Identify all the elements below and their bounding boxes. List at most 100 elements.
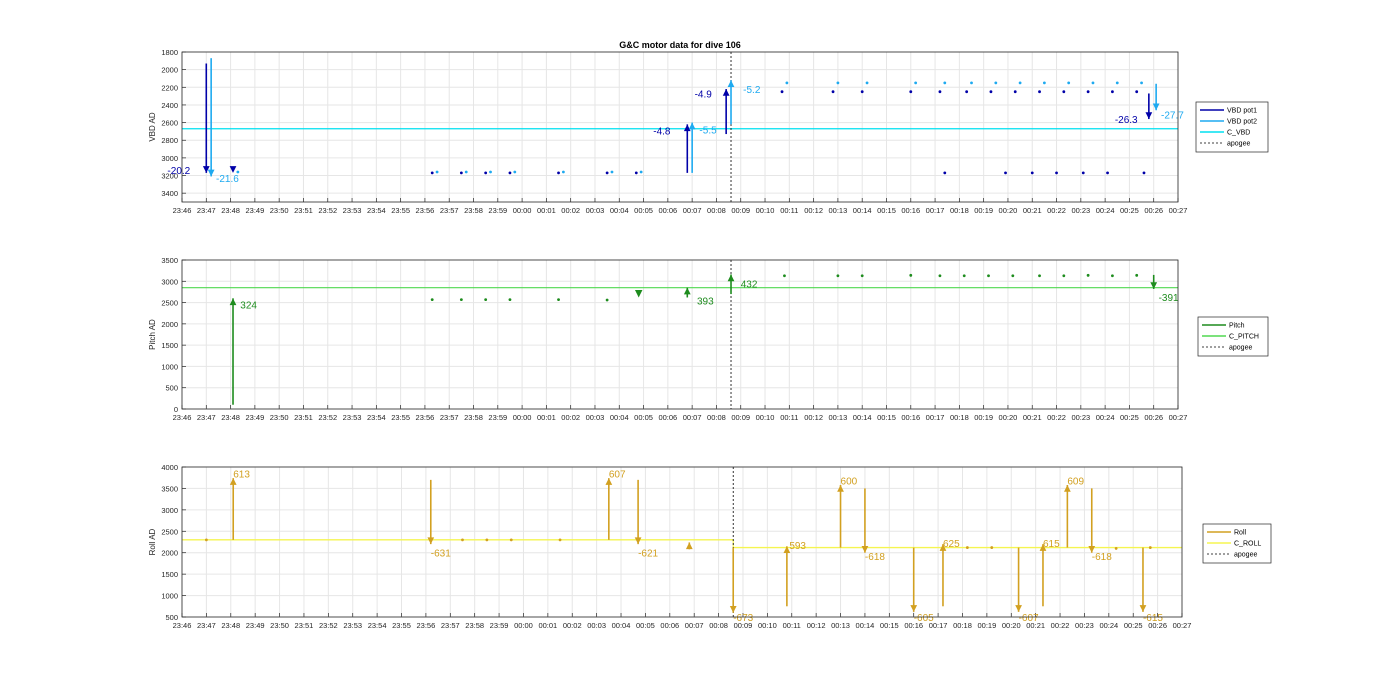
x-tick-label: 00:09 [731,206,750,215]
x-tick-label: 00:24 [1099,621,1118,630]
y-axis-label: Roll AD [148,528,157,555]
x-tick-label: 00:06 [660,621,679,630]
data-label: -618 [865,552,885,563]
x-tick-label: 23:52 [319,621,338,630]
x-tick-label: 00:06 [658,413,677,422]
y-tick-label: 2000 [161,320,178,329]
x-tick-label: 00:02 [563,621,582,630]
data-label: 393 [697,296,714,307]
legend-entry: VBD pot1 [1227,108,1257,115]
x-tick-label: 00:22 [1051,621,1070,630]
data-point [459,171,463,175]
data-point [943,171,947,175]
y-tick-label: 3500 [161,484,178,493]
data-point [962,274,966,278]
x-tick-label: 23:47 [197,621,216,630]
data-point [1111,90,1114,94]
data-label: -607 [1019,613,1039,624]
x-tick-label: 00:05 [636,621,655,630]
data-label: 593 [789,541,806,552]
x-tick-label: 00:23 [1075,621,1094,630]
x-tick-label: 00:16 [901,206,920,215]
data-label: 432 [741,279,758,290]
data-point [1038,274,1041,278]
data-point [1067,81,1071,85]
data-label: -618 [1092,552,1112,563]
x-tick-label: 00:02 [561,413,580,422]
data-point [561,170,565,174]
x-tick-label: 00:02 [561,206,580,215]
plot-area [182,467,1182,617]
y-tick-label: 2200 [161,83,178,92]
y-tick-label: 2500 [161,299,178,308]
data-label: -20.2 [167,166,190,177]
chart-panel-2: 23:46 23:47 23:48 23:49 23:50 23:51 23:52 23:53… [148,256,1269,422]
data-point [860,274,864,278]
x-tick-label: 00:24 [1096,413,1115,422]
x-tick-label: 00:10 [758,621,777,630]
x-tick-label: 00:11 [780,413,798,422]
x-tick-label: 00:22 [1047,206,1066,215]
x-tick-label: 00:05 [634,206,653,215]
data-point [489,170,492,174]
data-label: 613 [233,469,250,480]
x-tick-label: 00:03 [586,206,605,215]
figure-title: G&C motor data for dive 106 [619,40,741,50]
data-point [1062,274,1066,278]
x-tick-label: 23:48 [221,206,240,215]
x-tick-label: 23:51 [295,621,314,630]
x-tick-label: 00:12 [804,413,823,422]
y-tick-label: 2000 [161,66,178,75]
y-tick-label: 2000 [161,549,178,558]
data-label: 625 [943,539,960,550]
x-tick-label: 00:19 [977,621,996,630]
x-tick-label: 23:57 [441,621,460,630]
x-tick-label: 00:26 [1144,206,1163,215]
x-tick-label: 00:10 [756,206,775,215]
data-point [1018,81,1022,85]
x-tick-label: 23:47 [197,206,216,215]
x-tick-label: 23:49 [246,621,265,630]
data-label: 615 [1043,539,1060,550]
x-tick-label: 23:54 [367,413,386,422]
data-label: -27.7 [1161,111,1184,122]
x-tick-label: 00:23 [1071,413,1090,422]
data-point [1111,274,1114,278]
x-tick-label: 23:53 [343,621,362,630]
y-tick-label: 1500 [161,341,178,350]
data-label: 324 [240,301,257,312]
y-tick-label: 1500 [161,570,178,579]
y-tick-label: 2600 [161,119,178,128]
x-tick-label: 00:26 [1144,413,1163,422]
y-tick-label: 500 [165,613,178,622]
data-label: -21.6 [216,174,239,185]
data-point [236,170,240,174]
legend: VBD pot1 VBD pot2 C_VBDapogee [1195,101,1269,153]
x-tick-label: 00:25 [1120,413,1139,422]
x-tick-label: 23:59 [490,621,509,630]
data-point [965,90,969,94]
data-point [1004,171,1007,175]
data-point [1086,273,1090,277]
data-point [943,81,947,85]
x-tick-label: 00:21 [1023,413,1042,422]
legend: Roll C_ROLLapogee [1202,523,1272,564]
x-tick-label: 00:07 [685,621,704,630]
x-tick-label: 23:49 [245,413,264,422]
x-tick-label: 00:05 [634,413,653,422]
x-tick-label: 23:51 [294,413,313,422]
legend-entry: C_ROLL [1234,541,1261,548]
data-point [860,90,864,94]
x-tick-label: 23:57 [440,206,459,215]
x-tick-label: 23:48 [221,621,240,630]
x-tick-label: 00:14 [853,413,872,422]
data-point [1030,171,1034,175]
x-tick-label: 00:14 [853,206,872,215]
x-tick-label: 00:23 [1071,206,1090,215]
x-tick-label: 00:15 [877,413,896,422]
y-tick-label: 1800 [161,48,178,57]
x-tick-label: 00:11 [780,206,798,215]
data-point [1148,546,1152,549]
y-tick-label: 2400 [161,101,178,110]
x-tick-label: 23:59 [488,413,507,422]
